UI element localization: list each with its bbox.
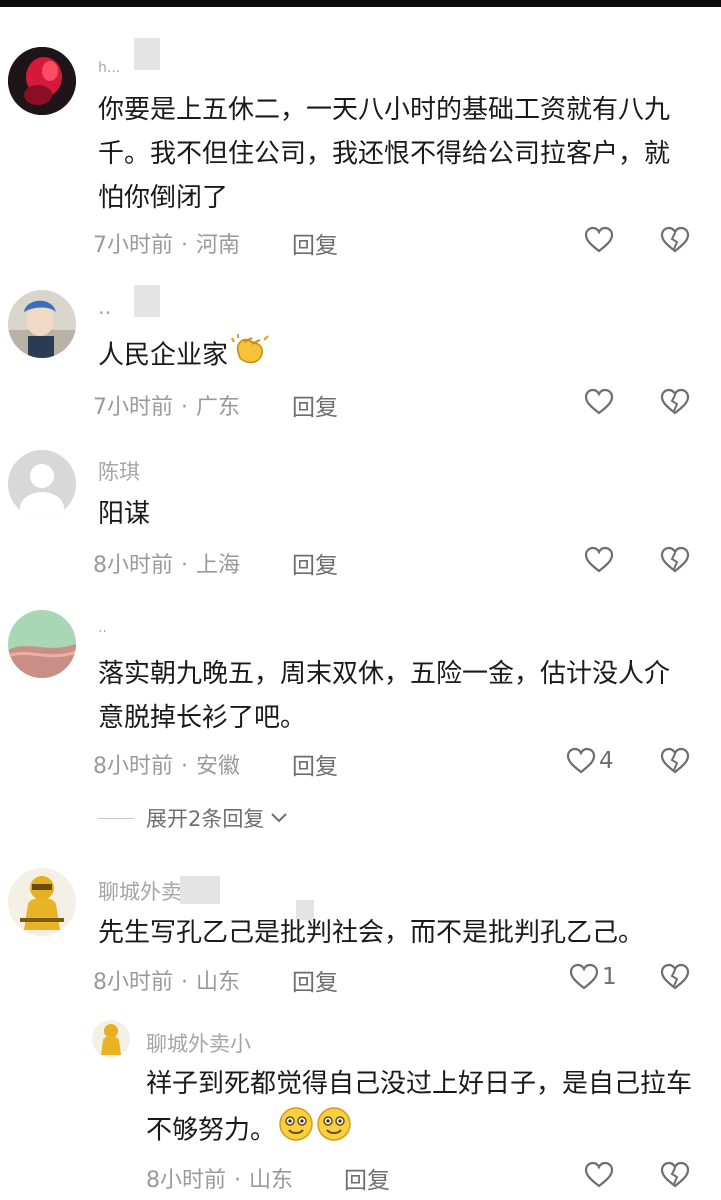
expand-replies-label: 展开2条回复 bbox=[146, 807, 265, 831]
heart-icon bbox=[584, 1161, 614, 1188]
clapping-hands-icon bbox=[230, 332, 270, 380]
comment-time: 8小时前 bbox=[93, 553, 173, 578]
username[interactable]: .. bbox=[98, 295, 111, 319]
comment-text: 人民企业家 bbox=[98, 332, 270, 380]
heart-icon bbox=[584, 388, 614, 415]
username[interactable]: h... bbox=[98, 60, 120, 76]
comment-text: 先生写孔乙己是批判社会，而不是批判孔乙己。 bbox=[98, 918, 645, 948]
comment-location: 上海 bbox=[196, 553, 241, 578]
dislike-button[interactable] bbox=[660, 963, 690, 995]
smiling-face-icon bbox=[316, 1106, 352, 1156]
comment-text-content: 人民企业家 bbox=[98, 340, 229, 371]
comment-location: 山东 bbox=[249, 1168, 294, 1193]
reply-button[interactable]: 回复 bbox=[292, 747, 338, 781]
like-button[interactable] bbox=[584, 226, 614, 254]
like-button[interactable] bbox=[584, 388, 614, 416]
dislike-button[interactable] bbox=[660, 226, 690, 258]
avatar[interactable] bbox=[8, 47, 76, 115]
like-button[interactable] bbox=[584, 546, 614, 574]
like-button[interactable]: 1 bbox=[569, 963, 617, 991]
status-bar bbox=[0, 0, 721, 7]
comment-text: 你要是上五休二，一天八小时的基础工资就有八九千。我不但住公司，我还恨不得给公司拉… bbox=[98, 95, 671, 213]
reply-button[interactable]: 回复 bbox=[292, 963, 338, 997]
username-blur bbox=[180, 876, 220, 904]
comment-text: 落实朝九晚五，周末双休，五险一金，估计没人介意脱掉长衫了吧。 bbox=[98, 659, 671, 733]
comment-location: 广东 bbox=[196, 395, 241, 420]
expand-replies-button[interactable]: 展开2条回复 bbox=[98, 803, 290, 833]
comment-time: 8小时前 bbox=[93, 754, 173, 779]
broken-heart-icon bbox=[660, 388, 690, 415]
username-blur bbox=[134, 285, 160, 317]
like-button[interactable] bbox=[584, 1161, 614, 1189]
comment-text: 阳谋 bbox=[98, 499, 151, 529]
comment-location: 安徽 bbox=[196, 754, 241, 779]
broken-heart-icon bbox=[660, 546, 690, 573]
username[interactable]: 陈琪 bbox=[98, 456, 140, 486]
reply-button[interactable]: 回复 bbox=[292, 226, 338, 260]
chevron-down-icon bbox=[271, 813, 288, 823]
heart-icon bbox=[584, 226, 614, 253]
comment-time: 7小时前 bbox=[93, 395, 173, 420]
comment-time: 7小时前 bbox=[93, 233, 173, 258]
username[interactable]: .. bbox=[98, 620, 107, 636]
avatar[interactable] bbox=[8, 868, 76, 936]
reply-button[interactable]: 回复 bbox=[344, 1161, 390, 1195]
heart-icon bbox=[584, 546, 614, 573]
username-blur bbox=[134, 38, 160, 70]
comment-text-content: 祥子到死都觉得自己没过上好日子，是自己拉车不够努力。 bbox=[146, 1069, 693, 1146]
comment-meta: 7小时前 · 河南 bbox=[93, 233, 241, 258]
avatar[interactable] bbox=[8, 450, 76, 518]
comment-location: 山东 bbox=[196, 970, 241, 995]
broken-heart-icon bbox=[660, 1161, 690, 1188]
comment-text: 祥子到死都觉得自己没过上好日子，是自己拉车不够努力。 bbox=[146, 1062, 696, 1156]
avatar[interactable] bbox=[8, 610, 76, 678]
reply-button[interactable]: 回复 bbox=[292, 388, 338, 422]
broken-heart-icon bbox=[660, 747, 690, 774]
like-count: 4 bbox=[599, 748, 614, 774]
avatar[interactable] bbox=[92, 1020, 130, 1058]
comment-meta: 7小时前 · 广东 bbox=[93, 395, 241, 420]
heart-icon bbox=[569, 963, 599, 990]
comment-meta: 8小时前 · 安徽 bbox=[93, 754, 241, 779]
heart-icon bbox=[566, 747, 596, 774]
like-button[interactable]: 4 bbox=[566, 747, 614, 775]
divider bbox=[98, 817, 134, 819]
dislike-button[interactable] bbox=[660, 388, 690, 420]
comment-meta: 8小时前 · 上海 bbox=[93, 553, 241, 578]
like-count: 1 bbox=[602, 964, 617, 990]
username[interactable]: 聊城外卖 bbox=[98, 876, 182, 906]
broken-heart-icon bbox=[660, 226, 690, 253]
dislike-button[interactable] bbox=[660, 1161, 690, 1193]
broken-heart-icon bbox=[660, 963, 690, 990]
comment-location: 河南 bbox=[196, 233, 241, 258]
avatar[interactable] bbox=[8, 290, 76, 358]
comment-meta: 8小时前 · 山东 bbox=[93, 970, 241, 995]
dislike-button[interactable] bbox=[660, 747, 690, 779]
dislike-button[interactable] bbox=[660, 546, 690, 578]
comment-time: 8小时前 bbox=[146, 1168, 226, 1193]
comment-time: 8小时前 bbox=[93, 970, 173, 995]
username[interactable]: 聊城外卖小 bbox=[146, 1028, 251, 1058]
smiling-face-icon bbox=[278, 1106, 314, 1156]
reply-button[interactable]: 回复 bbox=[292, 546, 338, 580]
comment-meta: 8小时前 · 山东 bbox=[146, 1168, 294, 1193]
